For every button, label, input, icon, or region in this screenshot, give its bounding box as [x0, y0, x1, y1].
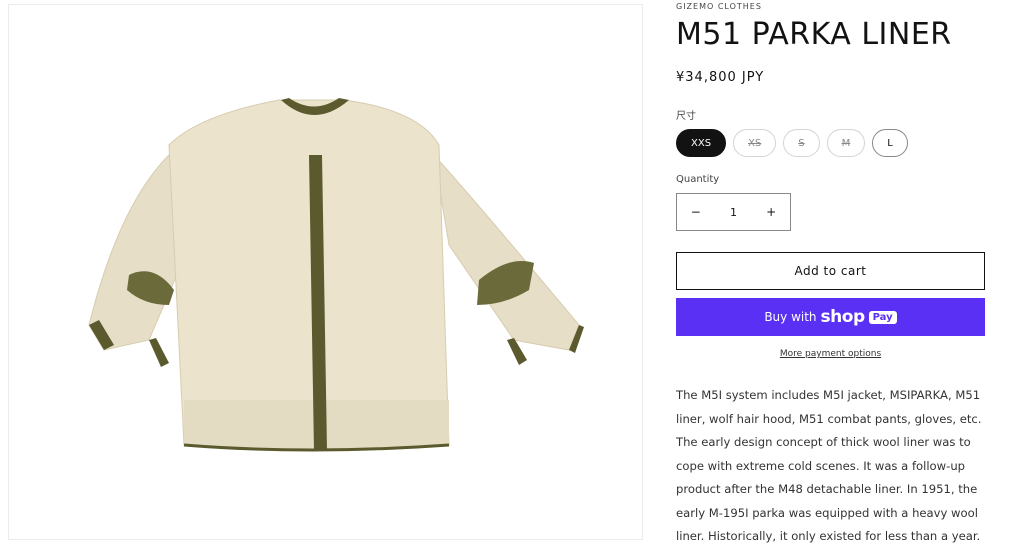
product-description: The M5I system includes M5I jacket, MSIP…	[676, 388, 982, 543]
product-image[interactable]	[9, 5, 642, 539]
buy-with-label: Buy with	[764, 310, 817, 324]
size-option-s[interactable]: S	[783, 129, 820, 157]
product-title: M51 PARKA LINER	[676, 17, 952, 52]
size-label: 尺寸	[676, 111, 696, 122]
quantity-stepper: − 1 +	[676, 193, 791, 231]
size-option-xxs[interactable]: XXS	[676, 129, 727, 157]
buy-with-shop-pay-button[interactable]: Buy with shop Pay	[676, 298, 985, 336]
size-option-label: S	[798, 137, 805, 149]
size-option-label: M	[841, 137, 851, 149]
size-option-m[interactable]: M	[826, 129, 866, 157]
size-option-label: XS	[748, 137, 762, 149]
quantity-input[interactable]: 1	[715, 206, 753, 219]
add-to-cart-button[interactable]: Add to cart	[676, 252, 985, 290]
size-option-xs[interactable]: XS	[733, 129, 777, 157]
pay-badge: Pay	[868, 310, 897, 324]
quantity-increase-button[interactable]: +	[752, 205, 790, 219]
size-option-l[interactable]: L	[872, 129, 908, 157]
size-option-label: XXS	[691, 137, 712, 149]
vendor-name: GIZEMO CLOTHES	[676, 2, 762, 11]
quantity-decrease-button[interactable]: −	[677, 205, 715, 219]
size-selector: XXS XS S M L	[676, 129, 908, 157]
more-payment-options-link[interactable]: More payment options	[676, 349, 985, 359]
shop-logo: shop	[820, 307, 866, 327]
product-price: ¥34,800 JPY	[676, 70, 765, 85]
quantity-label: Quantity	[676, 174, 720, 185]
size-option-label: L	[887, 137, 893, 149]
product-image-frame[interactable]	[8, 4, 643, 540]
